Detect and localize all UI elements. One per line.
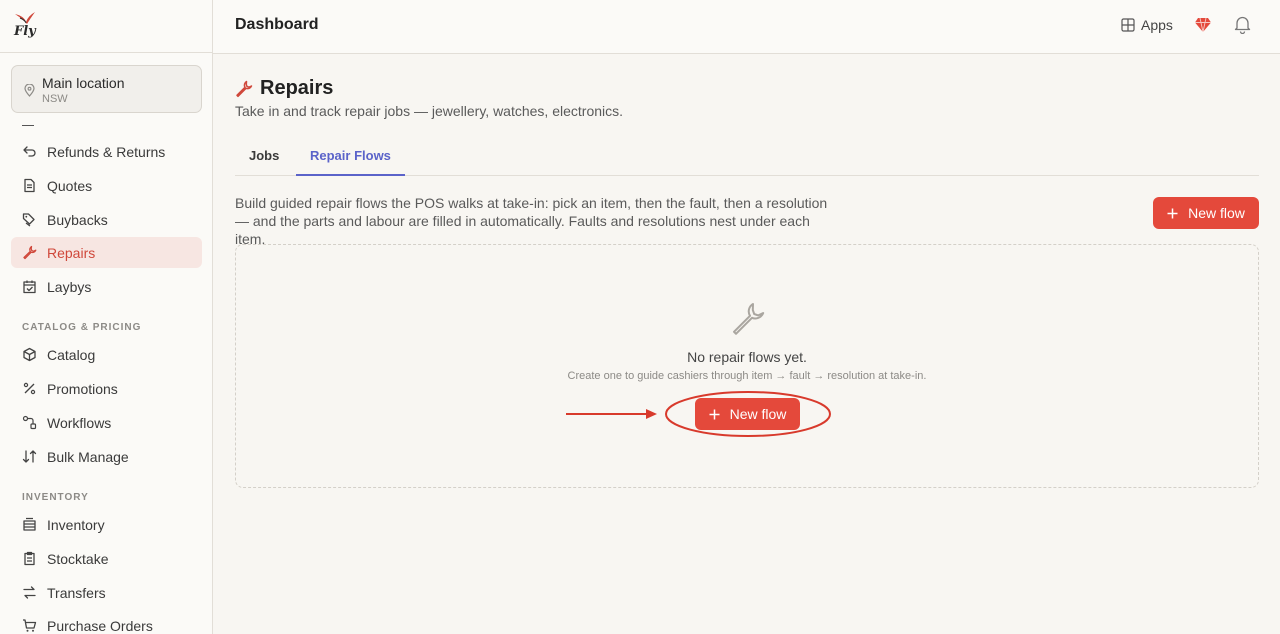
empty-state-title: No repair flows yet. (687, 349, 807, 365)
empty-state-subtitle: Create one to guide cashiers through ite… (567, 370, 927, 382)
sidebar: Fly Main location NSW Refunds & Returns … (0, 0, 213, 634)
sidebar-item-stocktake[interactable]: Stocktake (11, 543, 202, 574)
sidebar-item-label: Laybys (47, 278, 92, 295)
location-name: Main location (42, 75, 125, 91)
sidebar-item-bulk-manage[interactable]: Bulk Manage (11, 441, 202, 472)
transfer-icon (23, 586, 36, 599)
tags-icon (22, 213, 35, 227)
wrench-icon (23, 245, 37, 260)
new-flow-button[interactable]: New flow (1153, 197, 1259, 229)
repair-flows-description: Build guided repair flows the POS walks … (235, 195, 828, 247)
location-selector[interactable]: Main location NSW (11, 65, 202, 113)
page-title: Repairs (260, 77, 334, 99)
sidebar-item-promotions[interactable]: Promotions (11, 373, 202, 404)
empty-state-new-flow-label: New flow (729, 406, 787, 422)
topbar-title: Dashboard (235, 16, 319, 33)
sidebar-item-purchase-orders[interactable]: Purchase Orders (11, 610, 202, 634)
sidebar-item-label: Buybacks (47, 211, 108, 228)
sidebar-item-label: Refunds & Returns (47, 143, 166, 160)
plus-icon (1167, 208, 1178, 218)
sidebar-item-label: Repairs (47, 244, 96, 261)
main-content: Repairs Take in and track repair jobs — … (213, 54, 1280, 634)
sidebar-item-label: Bulk Manage (47, 448, 129, 465)
sidebar-item-quotes[interactable]: Quotes (11, 170, 202, 201)
map-pin-icon (24, 84, 35, 97)
percent-icon (23, 382, 36, 395)
sidebar-item-label: Catalog (47, 346, 96, 363)
sidebar-item-repairs[interactable]: Repairs (11, 237, 202, 268)
tab-jobs[interactable]: Jobs (235, 137, 293, 176)
location-region: NSW (42, 93, 68, 105)
plus-icon (709, 409, 720, 419)
tab-repair-flows[interactable]: Repair Flows (296, 137, 405, 176)
apps-button[interactable]: Apps (1121, 17, 1173, 33)
logo-area: Fly (0, 0, 212, 53)
topbar: Dashboard Apps (213, 0, 1280, 54)
workflow-icon (22, 415, 37, 430)
sidebar-item-buybacks[interactable]: Buybacks (11, 204, 202, 235)
new-flow-label: New flow (1188, 205, 1245, 221)
sidebar-item-label: Inventory (47, 516, 105, 533)
logo-text: Fly (14, 24, 36, 39)
clipboard-icon (24, 551, 35, 566)
page-header: Repairs (235, 77, 333, 100)
apps-label: Apps (1141, 17, 1173, 33)
calendar-icon (23, 280, 36, 294)
scrolled-nav-item-edge (22, 118, 34, 126)
sidebar-item-transfers[interactable]: Transfers (11, 577, 202, 608)
section-heading-catalog: CATALOG & PRICING (22, 322, 142, 333)
tab-bar: Jobs Repair Flows (235, 137, 1259, 176)
gem-icon[interactable] (1194, 16, 1212, 34)
layers-icon (23, 517, 36, 531)
sort-icon (22, 450, 37, 463)
document-icon (24, 178, 35, 193)
empty-state-new-flow-button[interactable]: New flow (695, 398, 800, 430)
wrench-icon (236, 80, 253, 97)
sidebar-item-label: Workflows (47, 414, 112, 431)
empty-state: No repair flows yet. Create one to guide… (235, 244, 1259, 488)
cart-icon (23, 619, 37, 632)
sidebar-item-label: Transfers (47, 584, 106, 601)
sidebar-item-label: Promotions (47, 380, 118, 397)
sidebar-item-workflows[interactable]: Workflows (11, 407, 202, 438)
sidebar-item-label: Quotes (47, 177, 93, 194)
sidebar-item-label: Stocktake (47, 550, 109, 567)
box-icon (23, 347, 36, 362)
sidebar-item-catalog[interactable]: Catalog (11, 339, 202, 370)
section-heading-inventory: INVENTORY (22, 492, 89, 503)
sidebar-item-laybys[interactable]: Laybys (11, 271, 202, 302)
sidebar-item-inventory[interactable]: Inventory (11, 509, 202, 540)
grid-icon (1121, 18, 1135, 32)
page-subtitle: Take in and track repair jobs — jeweller… (235, 103, 624, 119)
sidebar-item-refunds-returns[interactable]: Refunds & Returns (11, 136, 202, 167)
wrench-icon (733, 303, 765, 335)
undo-icon (23, 146, 36, 157)
bell-icon[interactable] (1234, 15, 1251, 34)
sidebar-item-label: Purchase Orders (47, 617, 153, 634)
